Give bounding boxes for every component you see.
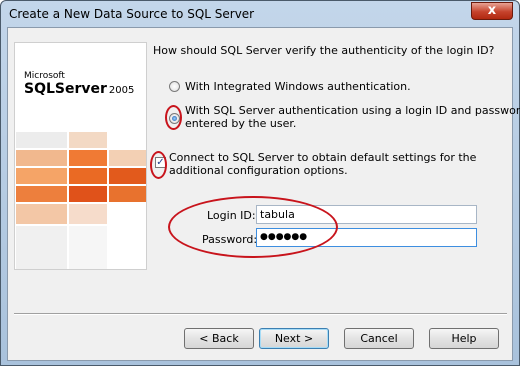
windows-auth-label: With Integrated Windows authentication. — [185, 80, 411, 93]
title-bar[interactable]: Create a New Data Source to SQL Server x — [1, 1, 519, 27]
sql-auth-label-line1: With SQL Server authentication using a l… — [185, 104, 520, 117]
auth-question: How should SQL Server verify the authent… — [153, 44, 495, 57]
logo-tile — [68, 167, 108, 185]
next-button[interactable]: Next > — [259, 328, 329, 349]
logo-tile — [108, 149, 146, 167]
logo-tile — [15, 167, 68, 185]
logo-tile — [108, 185, 146, 203]
login-id-input[interactable]: tabula — [256, 205, 477, 224]
login-id-label: Login ID: — [207, 209, 256, 222]
logo-tile — [15, 149, 68, 167]
close-icon: x — [487, 3, 497, 18]
logo-tile — [68, 203, 108, 225]
logo-tile — [15, 185, 68, 203]
logo-tile — [108, 167, 146, 185]
product-name: SQLServer — [24, 81, 107, 97]
close-button[interactable]: x — [471, 2, 513, 20]
logo-tile — [68, 225, 108, 269]
product-year: 2005 — [108, 85, 135, 96]
window-title: Create a New Data Source to SQL Server — [9, 7, 255, 21]
sql-auth-label-line2: entered by the user. — [185, 117, 297, 130]
back-button[interactable]: < Back — [184, 328, 254, 349]
dialog-client-area: Microsoft SQLServer 2005 How should SQL … — [7, 27, 520, 361]
windows-auth-radio[interactable] — [169, 81, 180, 92]
dialog-window: Create a New Data Source to SQL Server x… — [0, 0, 520, 366]
checkmark-icon: ✓ — [156, 157, 165, 168]
microsoft-wordmark: Microsoft — [24, 71, 65, 81]
password-input[interactable]: ●●●●●● — [256, 228, 477, 247]
logo-tile — [15, 225, 68, 269]
password-label: Password: — [202, 233, 258, 246]
sql-server-logo-panel: Microsoft SQLServer 2005 — [14, 42, 147, 270]
sql-auth-radio[interactable] — [169, 113, 180, 124]
logo-tile — [68, 185, 108, 203]
footer-separator — [14, 313, 507, 315]
sql-server-wordmark: SQLServer 2005 — [24, 81, 134, 97]
cancel-button[interactable]: Cancel — [344, 328, 414, 349]
logo-tile — [68, 131, 108, 149]
connect-label-line2: additional configuration options. — [169, 164, 348, 177]
connect-checkbox[interactable]: ✓ — [155, 157, 166, 168]
help-button[interactable]: Help — [429, 328, 499, 349]
logo-tile — [15, 203, 68, 225]
connect-label-line1: Connect to SQL Server to obtain default … — [169, 151, 477, 164]
logo-tile — [15, 131, 68, 149]
logo-tile — [68, 149, 108, 167]
